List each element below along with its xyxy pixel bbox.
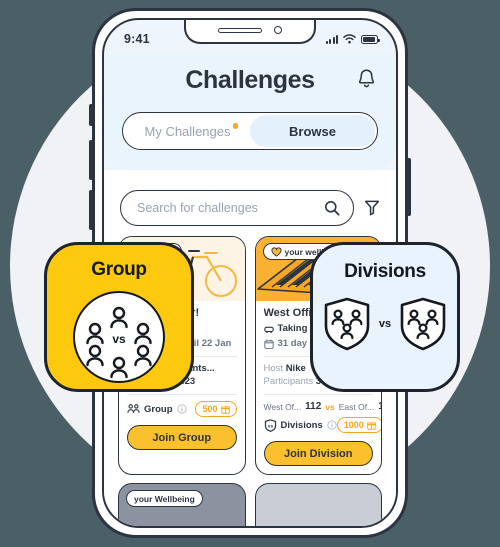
tab-my-challenges-label: My Challenges (144, 123, 231, 139)
group-people-icon (127, 404, 140, 413)
divisions-callout-card: Divisions vs (310, 242, 460, 392)
gift-icon (220, 406, 230, 414)
tab-browse-label: Browse (289, 123, 336, 139)
filter-funnel-icon[interactable] (364, 199, 380, 217)
header-row: Challenges (122, 60, 378, 100)
join-group-label: Join Group (152, 431, 212, 444)
card-type: vs Divisions (264, 418, 337, 432)
front-camera-icon (274, 26, 282, 34)
team-b-name: East Of... (338, 401, 375, 412)
earpiece-speaker-icon (218, 27, 262, 33)
join-division-button[interactable]: Join Division (263, 441, 373, 466)
card-type-label: Group (144, 403, 173, 415)
status-bar-icons (325, 34, 380, 44)
card-points-value: 1000 (343, 420, 364, 430)
join-group-button[interactable]: Join Group (127, 425, 237, 450)
challenge-card[interactable] (254, 483, 382, 526)
search-row: Search for challenges (104, 186, 396, 226)
card-tag-label: your Wellbeing (134, 493, 195, 504)
svg-text:vs: vs (112, 332, 126, 346)
segmented-control[interactable]: My Challenges Browse (122, 112, 378, 150)
svg-text:vs: vs (267, 423, 273, 428)
illustration-stage: 9:41 Challenges My Challenges Browse Sea… (0, 0, 500, 547)
page-title: Challenges (185, 65, 315, 94)
two-shields-icon: vs (323, 297, 447, 351)
shield-vs-icon: vs (264, 418, 276, 432)
heart-icon (271, 246, 281, 257)
challenge-card[interactable]: your Wellbeing (118, 483, 246, 526)
card-type: Group (127, 403, 187, 415)
phone-notch (184, 20, 316, 44)
vs-label: vs (325, 401, 335, 412)
card-host-label: Host (263, 363, 284, 374)
search-input[interactable]: Search for challenges (120, 190, 354, 226)
search-placeholder: Search for challenges (137, 201, 258, 215)
card-badge-row: Group 500 (127, 401, 237, 417)
card-points-badge: 1000 (336, 417, 382, 433)
app-header: Challenges My Challenges Browse (104, 54, 396, 170)
team-a-name: West Of... (263, 401, 302, 412)
search-icon[interactable] (324, 200, 340, 216)
divisions-vs-label: vs (378, 318, 392, 330)
walk-icon (263, 326, 274, 333)
card-points-value: 500 (202, 404, 218, 414)
team-b-score: 190 (378, 401, 381, 412)
battery-icon (361, 35, 380, 44)
group-callout-title: Group (91, 259, 147, 280)
card-tag: your Wellbeing (126, 490, 203, 507)
challenge-card-grid-row2: your Wellbeing (104, 475, 396, 526)
card-host-value: Nike (285, 363, 306, 374)
wifi-icon (343, 34, 356, 44)
content-spacer (104, 170, 396, 186)
card-participants-label: Participants (263, 376, 314, 387)
status-bar-time: 9:41 (124, 32, 150, 46)
card-type-label: Divisions (280, 419, 323, 431)
card-divider-2 (263, 394, 373, 395)
card-team-scores: West Of... 112 vs East Of... 190 (263, 401, 382, 412)
tab-browse[interactable]: Browse (250, 115, 375, 147)
divisions-callout-title: Divisions (344, 261, 426, 282)
shield-left-icon (324, 297, 370, 351)
six-people-circle-icon: vs (73, 291, 165, 383)
tab-my-challenges[interactable]: My Challenges (125, 115, 250, 147)
shield-right-icon (400, 297, 446, 351)
info-icon (176, 404, 187, 414)
signal-bars-icon (325, 35, 338, 44)
group-callout-card: Group vs (44, 242, 194, 392)
bell-icon[interactable] (357, 68, 376, 89)
calendar-icon (263, 338, 274, 349)
card-points-badge: 500 (195, 401, 237, 417)
notification-dot-badge (232, 123, 238, 129)
card-badge-row: vs Divisions 1000 (264, 417, 382, 433)
team-a-score: 112 (305, 401, 322, 412)
info-icon (327, 420, 337, 430)
card-divider-2 (127, 394, 237, 395)
gift-icon (366, 422, 376, 430)
join-division-label: Join Division (284, 447, 353, 460)
